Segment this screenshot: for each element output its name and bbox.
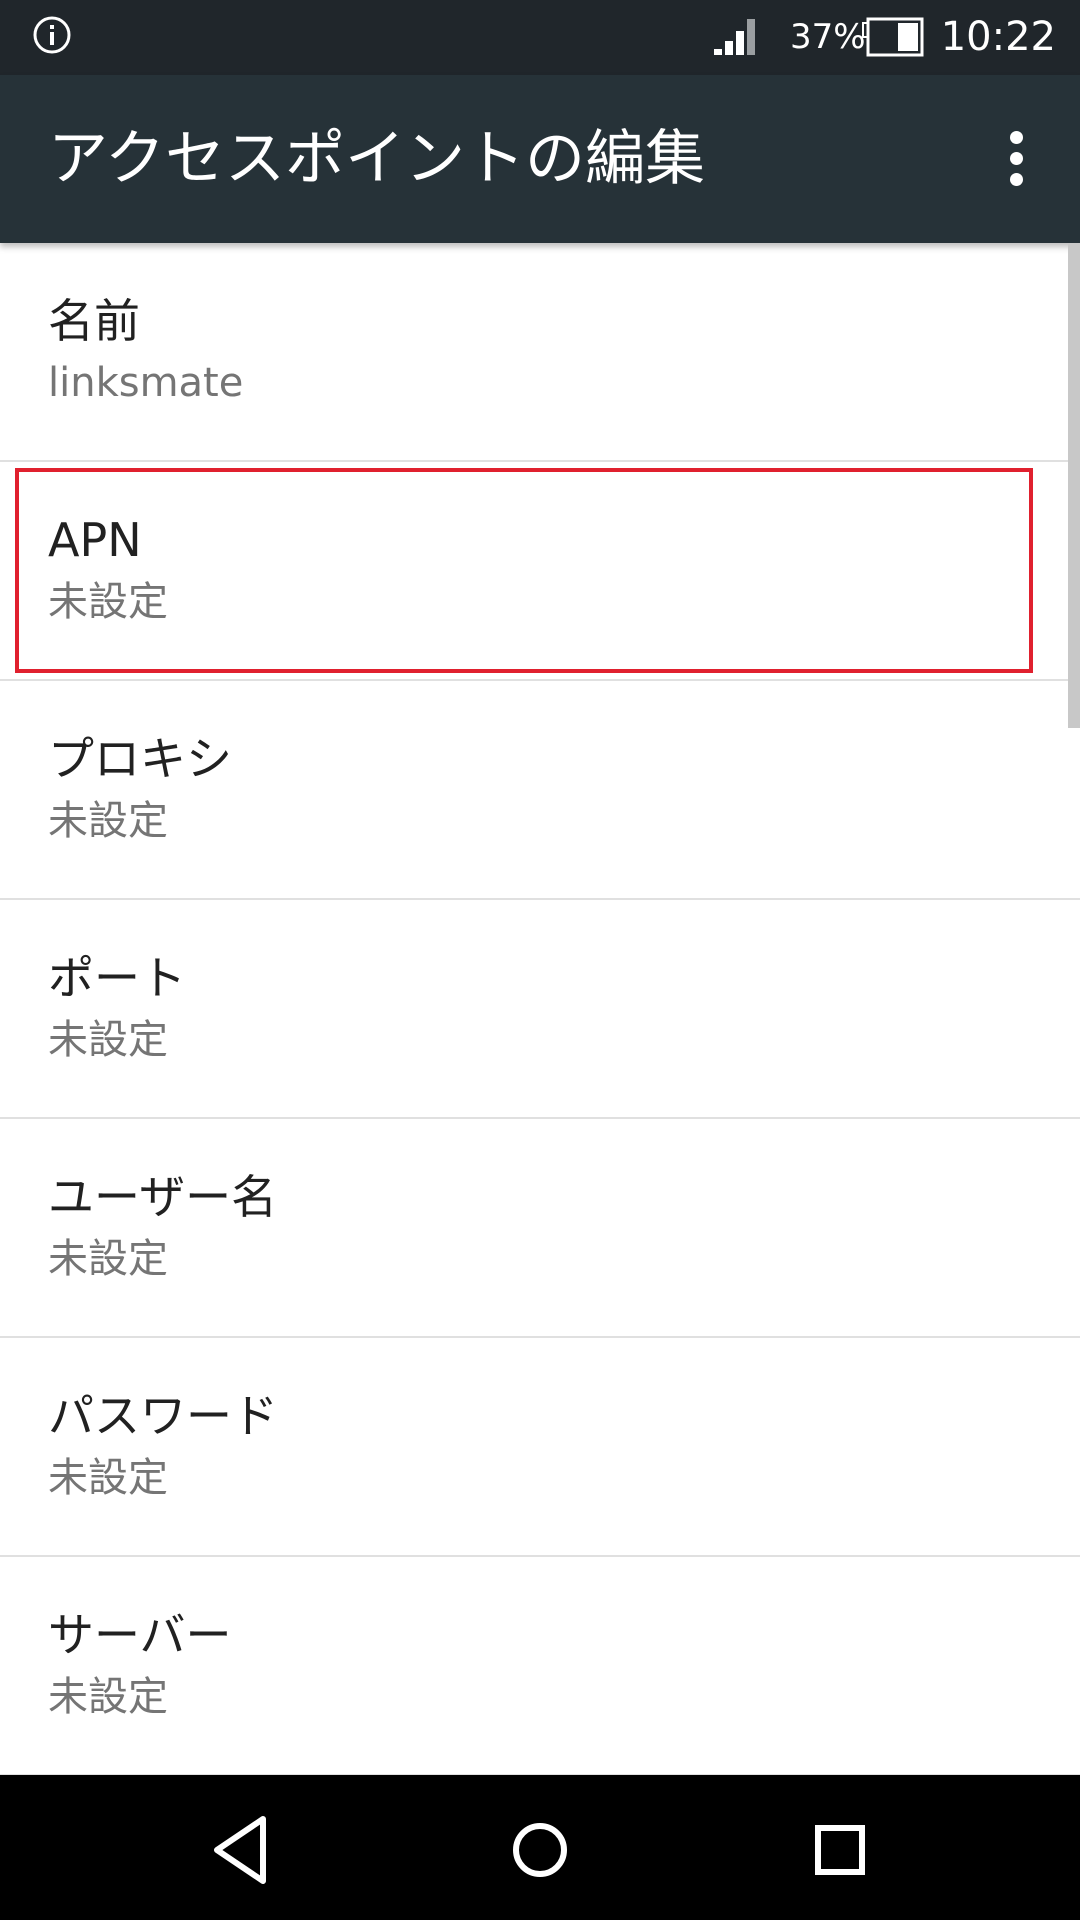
recents-icon[interactable]: [795, 1805, 885, 1895]
page-title: アクセスポイントの編集: [48, 124, 705, 194]
list-item-server[interactable]: サーバー 未設定: [0, 1557, 1080, 1776]
clock: 10:22: [940, 14, 1056, 60]
item-value: 未設定: [48, 1455, 168, 1501]
item-value: linksmate: [48, 360, 244, 406]
more-vert-icon[interactable]: [976, 119, 1056, 199]
item-value: 未設定: [48, 1017, 168, 1063]
item-value: 未設定: [48, 1236, 168, 1282]
signal-icon: [714, 19, 755, 55]
list-item-password[interactable]: パスワード 未設定: [0, 1338, 1080, 1557]
info-icon: [33, 16, 71, 54]
list-item-proxy[interactable]: プロキシ 未設定: [0, 681, 1080, 900]
scrollbar[interactable]: [1068, 243, 1080, 728]
item-title: サーバー: [48, 1608, 232, 1662]
battery-icon: [862, 17, 924, 57]
list-item-username[interactable]: ユーザー名 未設定: [0, 1119, 1080, 1338]
item-title: ポート: [48, 951, 186, 1005]
status-bar: 37% 10:22: [0, 0, 1080, 75]
list-item-apn[interactable]: APN 未設定: [0, 462, 1080, 681]
item-value: 未設定: [48, 1674, 168, 1720]
app-bar: アクセスポイントの編集: [0, 75, 1080, 243]
battery-percent: 37%: [790, 17, 866, 57]
item-value: 未設定: [48, 579, 168, 625]
apn-settings-list: 名前 linksmate APN 未設定 プロキシ 未設定 ポート 未設定 ユー…: [0, 243, 1080, 1776]
item-title: プロキシ: [48, 732, 232, 786]
back-icon[interactable]: [195, 1805, 285, 1895]
item-title: APN: [48, 513, 142, 567]
list-item-name[interactable]: 名前 linksmate: [0, 243, 1080, 462]
item-title: パスワード: [48, 1389, 278, 1443]
item-title: 名前: [48, 294, 140, 348]
home-icon[interactable]: [495, 1805, 585, 1895]
list-item-port[interactable]: ポート 未設定: [0, 900, 1080, 1119]
item-title: ユーザー名: [48, 1170, 278, 1224]
navigation-bar: [0, 1775, 1080, 1920]
item-value: 未設定: [48, 798, 168, 844]
